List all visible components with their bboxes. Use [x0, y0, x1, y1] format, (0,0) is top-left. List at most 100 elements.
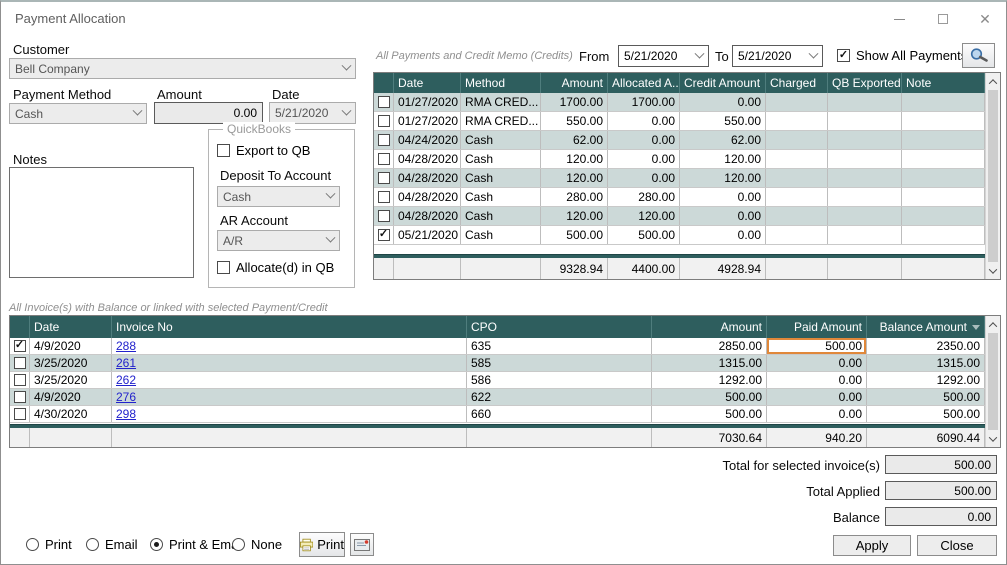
payments-totals-row: 9328.944400.004928.94: [374, 258, 985, 279]
from-label: From: [579, 49, 609, 64]
checkbox-cell: [374, 169, 394, 187]
cell: 500.00: [867, 389, 985, 405]
window-title: Payment Allocation: [15, 11, 126, 26]
email-button[interactable]: [350, 533, 374, 556]
payment-method-select[interactable]: Cash: [9, 103, 147, 124]
scroll-up-button[interactable]: [986, 317, 1000, 332]
cell: Cash: [461, 150, 541, 168]
row-checkbox[interactable]: [378, 96, 390, 108]
total-cell: 940.20: [767, 428, 867, 447]
payment-row: 01/27/2020RMA CRED...550.000.00550.00: [374, 112, 985, 131]
invoice-link[interactable]: 276: [116, 390, 136, 404]
total-cell: [10, 428, 30, 447]
radio-label: Print: [45, 537, 72, 552]
cell: 62.00: [680, 131, 766, 149]
cell: [902, 93, 985, 111]
chevron-up-icon: [989, 322, 997, 330]
apply-button[interactable]: Apply: [833, 535, 911, 556]
row-checkbox[interactable]: [378, 210, 390, 222]
cell: 3/25/2020: [30, 372, 112, 388]
close-button[interactable]: ✕: [970, 8, 1000, 30]
radio-email[interactable]: Email: [86, 537, 138, 552]
paid-amount-cell[interactable]: 0.00: [767, 406, 867, 422]
scroll-down-button[interactable]: [986, 431, 1000, 446]
cell: 0.00: [680, 188, 766, 206]
cell: 500.00: [867, 406, 985, 422]
payment-method-value: Cash: [15, 107, 43, 121]
payments-vertical-scrollbar[interactable]: [985, 73, 1000, 279]
invoice-link[interactable]: 288: [116, 339, 136, 353]
cell: 0.00: [608, 131, 680, 149]
chevron-down-icon: [342, 61, 352, 71]
invoice-link[interactable]: 261: [116, 356, 136, 370]
row-checkbox[interactable]: [14, 391, 26, 403]
paid-amount-cell[interactable]: 500.00: [767, 338, 867, 354]
row-checkbox[interactable]: [378, 153, 390, 165]
scroll-thumb[interactable]: [988, 333, 998, 430]
notes-input[interactable]: [9, 167, 194, 278]
checkbox-cell: [10, 389, 30, 405]
cell: 500.00: [541, 226, 608, 244]
cell: 585: [467, 355, 652, 371]
cell: 0.00: [608, 169, 680, 187]
payment-row: 04/28/2020Cash280.00280.000.00: [374, 188, 985, 207]
cell: 120.00: [541, 150, 608, 168]
print-button-label: Print: [317, 537, 344, 552]
checkbox-cell: [374, 150, 394, 168]
customer-select[interactable]: Bell Company: [9, 58, 356, 79]
row-checkbox[interactable]: [378, 115, 390, 127]
row-checkbox[interactable]: [378, 134, 390, 146]
show-all-payments-checkbox[interactable]: Show All Payments: [837, 48, 967, 63]
radio-print[interactable]: Print: [26, 537, 72, 552]
invoice-row: 4/30/2020298660500.000.00500.00: [10, 406, 985, 423]
radio-none[interactable]: None: [232, 537, 282, 552]
header-cell: [374, 73, 394, 93]
to-date-value: 5/21/2020: [738, 49, 791, 63]
deposit-to-account-select[interactable]: Cash: [217, 186, 340, 207]
row-checkbox[interactable]: [378, 172, 390, 184]
total-selected-field: 500.00: [885, 455, 997, 474]
payment-row: 04/28/2020Cash120.00120.000.00: [374, 207, 985, 226]
ar-account-select[interactable]: A/R: [217, 230, 340, 251]
scroll-thumb[interactable]: [988, 90, 998, 262]
chevron-down-icon: [989, 433, 997, 441]
allocated-in-qb-checkbox[interactable]: Allocate(d) in QB: [217, 260, 334, 275]
payments-table-body: 01/27/2020RMA CRED...1700.001700.000.000…: [374, 93, 985, 254]
invoice-link[interactable]: 298: [116, 407, 136, 421]
row-checkbox[interactable]: [14, 408, 26, 420]
to-date-select[interactable]: 5/21/2020: [732, 45, 823, 67]
search-button[interactable]: [962, 43, 995, 68]
header-cell-balance-amount: Balance Amount: [867, 316, 985, 338]
scroll-up-button[interactable]: [986, 74, 1000, 89]
paid-amount-cell[interactable]: 0.00: [767, 389, 867, 405]
from-date-select[interactable]: 5/21/2020: [618, 45, 709, 67]
close-button-footer[interactable]: Close: [917, 535, 997, 556]
cell: [766, 131, 828, 149]
invoices-vertical-scrollbar[interactable]: [985, 316, 1000, 447]
print-button[interactable]: Print: [299, 532, 345, 557]
export-to-qb-checkbox[interactable]: Export to QB: [217, 143, 310, 158]
invoice-no-cell: 276: [112, 389, 467, 405]
radio-print-email[interactable]: Print & Email: [150, 537, 244, 552]
row-checkbox[interactable]: [14, 357, 26, 369]
invoice-link[interactable]: 262: [116, 373, 136, 387]
scroll-down-button[interactable]: [986, 263, 1000, 278]
cell: 04/28/2020: [394, 150, 461, 168]
minimize-button[interactable]: [884, 8, 914, 30]
cell: [902, 112, 985, 130]
cell: 120.00: [541, 207, 608, 225]
row-checkbox[interactable]: [378, 229, 390, 241]
row-checkbox[interactable]: [378, 191, 390, 203]
payment-allocation-window: { "window": { "title": "Payment Allocati…: [0, 0, 1007, 565]
row-checkbox[interactable]: [14, 340, 26, 352]
row-checkbox[interactable]: [14, 374, 26, 386]
paid-amount-cell[interactable]: 0.00: [767, 372, 867, 388]
date-select[interactable]: 5/21/2020: [269, 102, 356, 124]
paid-amount-cell[interactable]: 0.00: [767, 355, 867, 371]
amount-field[interactable]: 0.00: [154, 102, 263, 124]
total-cell: [394, 258, 461, 279]
checkbox-cell: [374, 207, 394, 225]
maximize-button[interactable]: [928, 8, 958, 30]
cell: 4/9/2020: [30, 338, 112, 354]
header-cell-qb-exported: QB Exported: [828, 73, 902, 93]
